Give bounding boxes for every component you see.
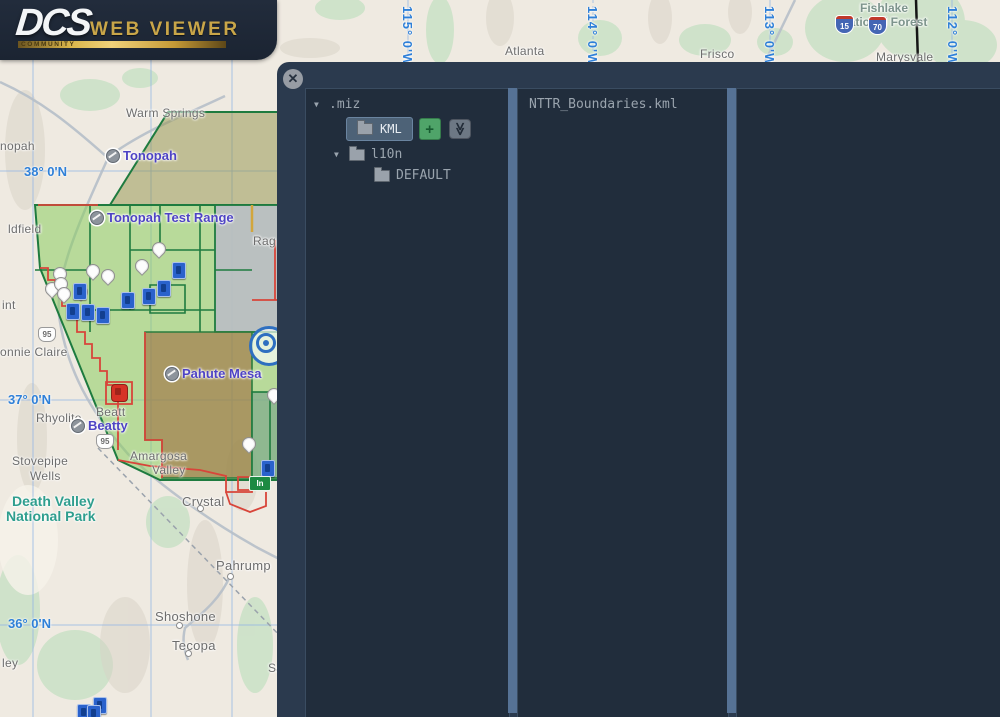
blue-marker[interactable] [81, 304, 95, 321]
map-pin[interactable] [83, 261, 103, 281]
double-chevron-down-icon: ≫ [452, 122, 468, 136]
area-label: Tonopah [106, 148, 177, 163]
airbase-icon [106, 148, 120, 163]
tree-node-default[interactable]: DEFAULT [374, 166, 509, 183]
app-window: 38° 0'N 37° 0'N 36° 0'N 115° 0'W 114° 0'W 113… [0, 0, 1000, 717]
town-label: Pahrump [216, 558, 271, 573]
area-label: Beatty [71, 418, 128, 433]
blue-marker[interactable] [73, 283, 87, 300]
town-label: Tecopa [172, 638, 216, 653]
city-dot [197, 505, 204, 512]
town-label: Beatt [96, 405, 126, 419]
file-list-column: NTTR_Boundaries.kml [517, 88, 729, 717]
kml-chip-label: KML [380, 122, 402, 136]
caret-down-icon[interactable]: ▼ [314, 100, 323, 109]
file-item[interactable]: NTTR_Boundaries.kml [529, 97, 728, 112]
blue-marker[interactable] [96, 307, 110, 324]
tree-column: ▼ .miz KML + ≫ ▼ l10n DEFAULT [305, 88, 510, 717]
town-label: onnie Claire [0, 345, 68, 359]
airbase-icon [90, 210, 104, 225]
blue-marker[interactable] [87, 705, 101, 717]
mission-browser-panel: ✕ ▼ .miz KML + ≫ ▼ l10n DEFAULT NTTR_Bou… [277, 62, 1000, 717]
folder-icon [374, 166, 390, 182]
area-label-text: Tonopah Test Range [107, 210, 234, 225]
blue-marker[interactable] [157, 280, 171, 297]
coordinate-label: 113° 0'W [762, 6, 777, 67]
blue-marker[interactable] [121, 292, 135, 309]
folder-icon [349, 145, 365, 161]
kml-folder-chip[interactable]: KML [346, 117, 413, 141]
close-button[interactable]: ✕ [283, 69, 303, 89]
coordinate-label: 115° 0'W [400, 6, 415, 67]
coordinate-label: 114° 0'W [585, 6, 600, 67]
map-pin[interactable] [98, 266, 118, 286]
coordinate-label: 36° 0'N [8, 616, 51, 631]
airbase-icon [165, 366, 179, 381]
download-button[interactable]: ≫ [448, 119, 471, 139]
header: DCS COMMUNITY WEB VIEWER [0, 0, 277, 60]
airbase-icon [71, 418, 85, 433]
town-label: Amargosa [130, 449, 188, 463]
town-label: Warm Springs [126, 106, 206, 120]
city-dot [176, 622, 183, 629]
tree-folder-label: DEFAULT [396, 168, 451, 183]
app-title: WEB VIEWER [90, 19, 240, 40]
city-dot [185, 650, 192, 657]
map-pin[interactable] [149, 239, 169, 259]
town-label: Atlanta [505, 44, 545, 58]
add-button[interactable]: + [418, 118, 441, 140]
content-column [736, 88, 1000, 717]
area-label: Tonopah Test Range [90, 210, 234, 225]
town-label: Rag [253, 234, 276, 248]
map-pin[interactable] [132, 256, 152, 276]
route-shield: 95 [96, 434, 114, 449]
blue-marker[interactable] [172, 262, 186, 279]
tree-root-label: .miz [329, 97, 361, 112]
route-shield: 95 [38, 327, 56, 342]
town-label: ley [2, 656, 19, 670]
map-pin[interactable] [239, 434, 259, 454]
town-label: nopah [0, 139, 35, 153]
tree-node-miz[interactable]: ▼ .miz [314, 97, 509, 112]
column-divider[interactable] [727, 88, 736, 713]
town-label: int [2, 298, 16, 312]
blue-marker[interactable] [142, 288, 156, 305]
column-divider[interactable] [508, 88, 517, 713]
coordinate-label: 37° 0'N [8, 392, 51, 407]
coordinate-label: 38° 0'N [24, 164, 67, 179]
park-label: National Park [6, 508, 96, 524]
logo-community-label: COMMUNITY [21, 41, 76, 48]
town-label: ldfield [8, 222, 42, 236]
tree-node-l10n[interactable]: ▼ l10n [334, 145, 509, 162]
route-shield: 15 [836, 16, 853, 33]
caret-down-icon[interactable]: ▼ [334, 150, 343, 159]
town-label: Stovepipe [12, 454, 69, 468]
town-label: Frisco [700, 47, 735, 61]
blue-marker[interactable] [66, 303, 80, 320]
tree-folder-label: l10n [371, 147, 403, 162]
area-label-text: Pahute Mesa [182, 366, 262, 381]
area-label: Pahute Mesa [165, 366, 261, 381]
blue-marker[interactable] [261, 460, 275, 477]
dcs-logo: DCS [13, 2, 93, 44]
town-label: Shoshone [155, 609, 216, 624]
area-label-text: Beatty [88, 418, 128, 433]
park-label: Fishlake [860, 1, 909, 15]
folder-icon [357, 120, 373, 135]
coordinate-label: 112° 0'W [945, 6, 960, 67]
area-label-text: Tonopah [123, 148, 177, 163]
town-label: Valley [152, 463, 186, 477]
red-marker[interactable] [111, 384, 128, 402]
green-marker[interactable]: In [249, 476, 271, 491]
park-label: Death Valley [12, 493, 95, 509]
town-label: Wells [30, 469, 61, 483]
city-dot [227, 573, 234, 580]
tree-node-kml: KML + ≫ [346, 117, 509, 141]
route-shield: 70 [869, 17, 886, 34]
